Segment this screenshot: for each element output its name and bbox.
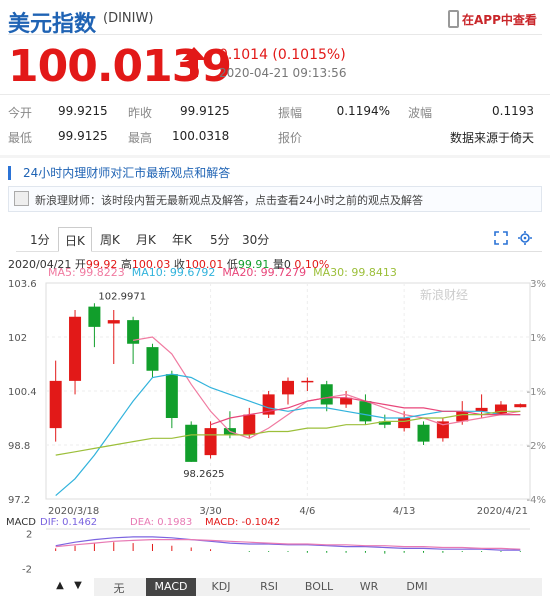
- advisor-header: 24小时内理财师对汇市最新观点和解答: [8, 164, 230, 181]
- y-tick-label: 103.6: [8, 279, 37, 290]
- stat-label-prev-close: 昨收: [128, 106, 153, 120]
- tab-5min[interactable]: 5分: [210, 231, 230, 248]
- low-annotation: 98.2625: [183, 469, 224, 480]
- high-annotation: 102.9971: [98, 291, 146, 302]
- pct-tick-label: 1%: [530, 333, 546, 344]
- candle-body: [243, 414, 256, 435]
- stat-label-high: 最高: [128, 131, 153, 145]
- candle-body: [301, 380, 314, 383]
- watermark: 新浪财经: [420, 287, 468, 302]
- candle-body: [146, 347, 159, 371]
- scroll-down-button[interactable]: ▼: [71, 580, 85, 594]
- open-in-app-label: 在APP中查看: [462, 12, 537, 27]
- candle-body: [398, 418, 411, 429]
- macd-chart[interactable]: MACD DIF: 0.1462 DEA: 0.1983 MACD: -0.1042 2…: [0, 517, 550, 575]
- macd-tick-label: 2: [26, 529, 32, 540]
- macd-dea-line: [55, 539, 521, 550]
- stat-label-open: 今开: [8, 106, 33, 120]
- section-divider: [0, 155, 550, 158]
- macd-dea-label: DEA: 0.1983: [130, 517, 192, 528]
- period-tabs: 1分 日K 周K 月K 年K 5分 30分: [16, 227, 542, 252]
- x-tick-label: 2020/4/21: [477, 506, 528, 517]
- macd-label: MACD: [6, 517, 36, 528]
- stat-label-volatility: 波幅: [408, 106, 433, 120]
- settings-icon[interactable]: [518, 231, 532, 245]
- fullscreen-icon[interactable]: [494, 231, 508, 245]
- stat-value-high: 100.0318: [172, 129, 230, 143]
- indicator-tab-macd[interactable]: MACD: [146, 578, 196, 596]
- x-tick-label: 4/13: [393, 506, 415, 517]
- stat-value-prev-close: 99.9125: [180, 104, 230, 118]
- quote-time: 2020-04-21 09:13:56: [219, 66, 347, 80]
- divider: [0, 94, 550, 95]
- candle-body: [185, 424, 198, 462]
- pct-tick-label: 3%: [530, 279, 546, 290]
- price-change: 0.1014 (0.1015%): [219, 47, 346, 63]
- candle-body: [514, 404, 527, 408]
- open-in-app-link[interactable]: 在APP中查看: [448, 10, 537, 28]
- pct-tick-label: -4%: [527, 495, 546, 506]
- pct-tick-label: -2%: [527, 441, 546, 452]
- x-tick-label: 2020/3/18: [48, 506, 99, 517]
- tab-30min[interactable]: 30分: [242, 231, 269, 248]
- indicator-tab-none[interactable]: 无: [94, 580, 144, 596]
- stat-value-amplitude: 0.1194%: [336, 104, 390, 118]
- candle-body: [69, 316, 82, 381]
- stat-value-source: 数据来源于倚天: [449, 131, 534, 145]
- candle-body: [204, 428, 217, 456]
- tab-weekly-k[interactable]: 周K: [100, 231, 120, 248]
- ma-line-ma30: [55, 410, 521, 456]
- indicator-tab-boll[interactable]: BOLL: [294, 580, 344, 593]
- x-tick-label: 4/6: [299, 506, 315, 517]
- candle-body: [320, 384, 333, 405]
- indicator-tab-wr[interactable]: WR: [344, 580, 394, 593]
- tab-1min[interactable]: 1分: [30, 231, 50, 248]
- tab-monthly-k[interactable]: 月K: [136, 231, 156, 248]
- tab-daily-k[interactable]: 日K: [58, 227, 92, 252]
- pct-tick-label: -1%: [527, 387, 546, 398]
- candle-body: [88, 306, 101, 327]
- y-tick-label: 100.4: [8, 387, 37, 398]
- stat-value-low: 99.9125: [58, 129, 108, 143]
- candle-body: [281, 380, 295, 395]
- ticker-code: (DINIW): [103, 11, 154, 26]
- indicator-tab-rsi[interactable]: RSI: [244, 580, 294, 593]
- candle-body: [494, 404, 507, 415]
- stat-label-amplitude: 振幅: [278, 106, 303, 120]
- accent-bar: [8, 165, 11, 180]
- scroll-up-button[interactable]: ▲: [53, 580, 67, 594]
- candle-body: [417, 424, 430, 442]
- indicator-tab-kdj[interactable]: KDJ: [196, 580, 246, 593]
- phone-icon: [448, 10, 459, 28]
- candle-body: [359, 401, 372, 422]
- indicator-tab-dmi[interactable]: DMI: [392, 580, 442, 593]
- macd-value-label: MACD: -0.1042: [205, 517, 280, 528]
- y-tick-label: 97.2: [8, 495, 30, 506]
- divider: [8, 34, 542, 35]
- advisor-message[interactable]: 新浪理财师：该时段内暂无最新观点及解答，点击查看24小时之前的观点及解答: [35, 192, 423, 208]
- advisor-title: 24小时内理财师对汇市最新观点和解答: [23, 166, 231, 180]
- indicator-tabs: 无 MACD KDJ RSI BOLL WR DMI: [94, 578, 542, 596]
- stat-label-low: 最低: [8, 131, 33, 145]
- tab-yearly-k[interactable]: 年K: [172, 231, 192, 248]
- avatar: [14, 191, 29, 206]
- y-tick-label: 102: [8, 333, 27, 344]
- macd-tick-label: -2: [22, 565, 32, 575]
- candle-body: [107, 320, 120, 324]
- candlestick-chart[interactable]: 103.6 102 100.4 98.8 97.2 3% 1% -1% -2% -4% 2020/3…: [0, 277, 550, 517]
- candle-body: [456, 411, 469, 422]
- candle-body: [49, 380, 62, 429]
- y-tick-label: 98.8: [8, 441, 30, 452]
- candle-body: [165, 374, 178, 418]
- x-tick-label: 3/30: [199, 506, 221, 517]
- stat-label-source: 报价: [278, 131, 303, 145]
- macd-dif-label: DIF: 0.1462: [40, 517, 97, 528]
- up-arrow-icon: [182, 47, 206, 77]
- stat-value-volatility: 0.1193: [492, 104, 534, 118]
- stat-value-open: 99.9215: [58, 104, 108, 118]
